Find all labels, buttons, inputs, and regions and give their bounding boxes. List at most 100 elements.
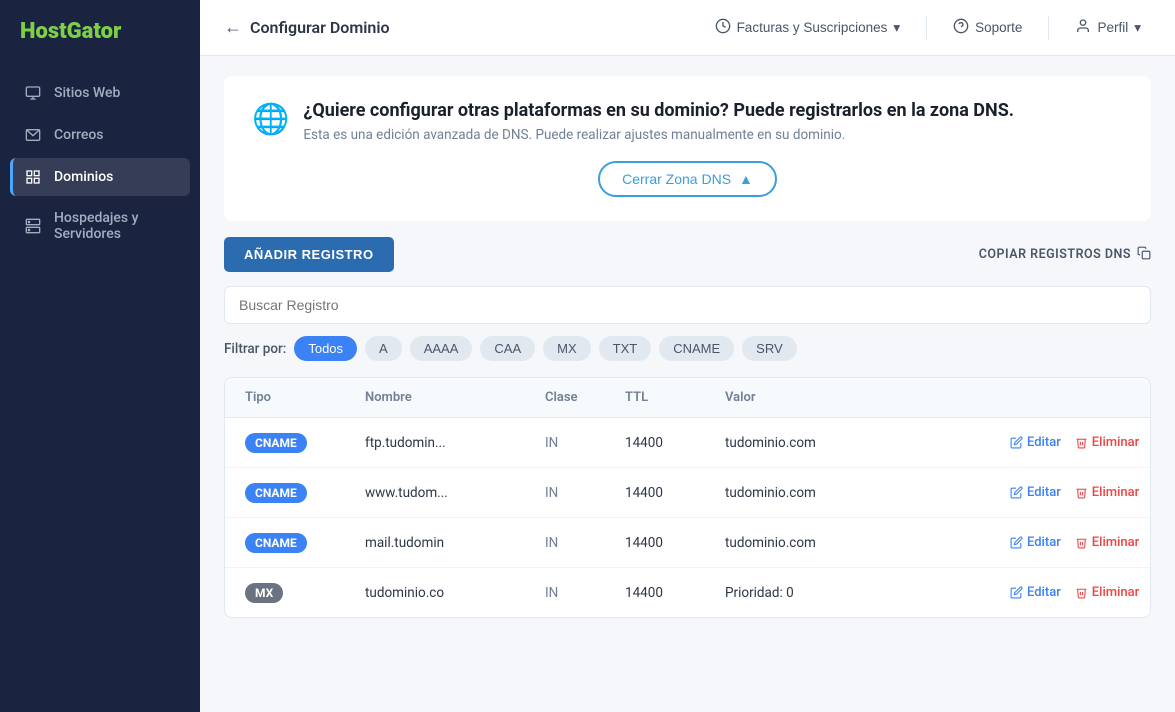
- col-ttl: TTL: [625, 390, 725, 405]
- sidebar-item-label: Hospedajes y Servidores: [54, 210, 176, 242]
- table-row: CNAME www.tudom... IN 14400 tudominio.co…: [225, 468, 1150, 518]
- cell-type: CNAME: [245, 432, 365, 453]
- copy-dns-label: COPIAR REGISTROS DNS: [979, 247, 1131, 262]
- filter-btn-mx[interactable]: MX: [543, 336, 591, 361]
- edit-label: Editar: [1027, 535, 1061, 550]
- logo-gator: Gator: [67, 19, 122, 44]
- profile-chevron-icon: ▾: [1134, 20, 1141, 36]
- edit-button[interactable]: Editar: [1010, 585, 1061, 600]
- cell-ttl: 14400: [625, 585, 725, 601]
- grid-icon: [24, 168, 42, 186]
- type-badge: CNAME: [245, 433, 307, 453]
- page-title: Configurar Dominio: [250, 18, 390, 37]
- edit-button[interactable]: Editar: [1010, 535, 1061, 550]
- filter-btn-caa[interactable]: CAA: [480, 336, 535, 361]
- cell-ttl: 14400: [625, 485, 725, 501]
- profile-label: Perfil: [1097, 20, 1128, 35]
- filter-btn-srv[interactable]: SRV: [742, 336, 797, 361]
- dns-banner: 🌐 ¿Quiere configurar otras plataformas e…: [224, 76, 1151, 221]
- cell-name: ftp.tudomin...: [365, 435, 545, 451]
- support-icon: [953, 18, 969, 37]
- filter-btn-todos[interactable]: Todos: [294, 336, 357, 361]
- cell-valor: tudominio.com: [725, 535, 1010, 551]
- col-actions: [1010, 390, 1130, 405]
- cell-ttl: 14400: [625, 435, 725, 451]
- support-label: Soporte: [975, 20, 1022, 35]
- support-button[interactable]: Soporte: [943, 12, 1032, 43]
- topnav-divider: [926, 16, 927, 40]
- sidebar: HostGator Sitios Web Correos Dominios Ho…: [0, 0, 200, 712]
- edit-button[interactable]: Editar: [1010, 435, 1061, 450]
- edit-button[interactable]: Editar: [1010, 485, 1061, 500]
- sidebar-item-sitios-web[interactable]: Sitios Web: [10, 74, 190, 112]
- profile-icon: [1075, 18, 1091, 37]
- logo-host: Host: [20, 19, 67, 44]
- sidebar-nav: Sitios Web Correos Dominios Hospedajes y…: [0, 74, 200, 252]
- cell-clase: IN: [545, 485, 625, 501]
- edit-label: Editar: [1027, 435, 1061, 450]
- mail-icon: [24, 126, 42, 144]
- cell-valor: Prioridad: 0: [725, 585, 1010, 601]
- sidebar-item-correos[interactable]: Correos: [10, 116, 190, 154]
- cell-actions: Editar Eliminar: [1010, 485, 1130, 500]
- globe-icon: 🌐: [252, 102, 289, 137]
- close-dns-label: Cerrar Zona DNS: [622, 171, 731, 187]
- back-button[interactable]: ← Configurar Dominio: [224, 17, 390, 38]
- cell-actions: Editar Eliminar: [1010, 435, 1130, 450]
- delete-button[interactable]: Eliminar: [1075, 485, 1139, 500]
- delete-label: Eliminar: [1092, 585, 1139, 600]
- chevron-up-icon: ▲: [739, 171, 753, 187]
- col-clase: Clase: [545, 390, 625, 405]
- filter-label: Filtrar por:: [224, 341, 286, 357]
- col-nombre: Nombre: [365, 390, 545, 405]
- table-header: Tipo Nombre Clase TTL Valor: [225, 378, 1150, 418]
- table-row: CNAME mail.tudomin IN 14400 tudominio.co…: [225, 518, 1150, 568]
- cell-actions: Editar Eliminar: [1010, 535, 1130, 550]
- type-badge: CNAME: [245, 533, 307, 553]
- copy-dns-button[interactable]: COPIAR REGISTROS DNS: [979, 246, 1151, 264]
- cell-actions: Editar Eliminar: [1010, 585, 1130, 600]
- close-dns-button[interactable]: Cerrar Zona DNS ▲: [598, 161, 777, 197]
- col-tipo: Tipo: [245, 390, 365, 405]
- cell-clase: IN: [545, 535, 625, 551]
- type-badge: MX: [245, 583, 283, 603]
- cell-name: mail.tudomin: [365, 535, 545, 551]
- add-record-button[interactable]: AÑADIR REGISTRO: [224, 237, 394, 272]
- billing-label: Facturas y Suscripciones: [737, 20, 888, 35]
- delete-button[interactable]: Eliminar: [1075, 435, 1139, 450]
- toolbar: AÑADIR REGISTRO COPIAR REGISTROS DNS: [224, 237, 1151, 272]
- filter-row: Filtrar por: Todos A AAAA CAA MX TXT CNA…: [224, 336, 1151, 361]
- dns-banner-actions: Cerrar Zona DNS ▲: [252, 161, 1123, 197]
- filter-btn-a[interactable]: A: [365, 336, 402, 361]
- search-input[interactable]: [224, 286, 1151, 324]
- cell-ttl: 14400: [625, 535, 725, 551]
- cell-type: CNAME: [245, 532, 365, 553]
- delete-label: Eliminar: [1092, 485, 1139, 500]
- profile-button[interactable]: Perfil ▾: [1065, 12, 1151, 43]
- billing-chevron-icon: ▾: [893, 20, 900, 36]
- dns-banner-text: ¿Quiere configurar otras plataformas en …: [303, 100, 1014, 143]
- dns-table: Tipo Nombre Clase TTL Valor CNAME ftp.tu…: [224, 377, 1151, 618]
- add-record-label: AÑADIR REGISTRO: [244, 247, 374, 262]
- delete-button[interactable]: Eliminar: [1075, 535, 1139, 550]
- content-area: 🌐 ¿Quiere configurar otras plataformas e…: [200, 56, 1175, 712]
- filter-btn-aaaa[interactable]: AAAA: [410, 336, 473, 361]
- copy-icon: [1137, 246, 1151, 264]
- filter-btn-txt[interactable]: TXT: [599, 336, 652, 361]
- filter-btn-cname[interactable]: CNAME: [659, 336, 734, 361]
- delete-button[interactable]: Eliminar: [1075, 585, 1139, 600]
- sidebar-item-dominios[interactable]: Dominios: [10, 158, 190, 196]
- sidebar-item-label: Dominios: [54, 169, 113, 185]
- sidebar-item-label: Correos: [54, 127, 104, 143]
- cell-valor: tudominio.com: [725, 435, 1010, 451]
- cell-valor: tudominio.com: [725, 485, 1010, 501]
- billing-button[interactable]: Facturas y Suscripciones ▾: [705, 12, 911, 43]
- cell-clase: IN: [545, 435, 625, 451]
- main-content: ← Configurar Dominio Facturas y Suscripc…: [200, 0, 1175, 712]
- dns-banner-subtitle: Esta es una edición avanzada de DNS. Pue…: [303, 127, 1014, 143]
- sidebar-item-hospedajes[interactable]: Hospedajes y Servidores: [10, 200, 190, 252]
- topnav: ← Configurar Dominio Facturas y Suscripc…: [200, 0, 1175, 56]
- edit-label: Editar: [1027, 585, 1061, 600]
- dns-banner-title: ¿Quiere configurar otras plataformas en …: [303, 100, 1014, 121]
- cell-name: www.tudom...: [365, 485, 545, 501]
